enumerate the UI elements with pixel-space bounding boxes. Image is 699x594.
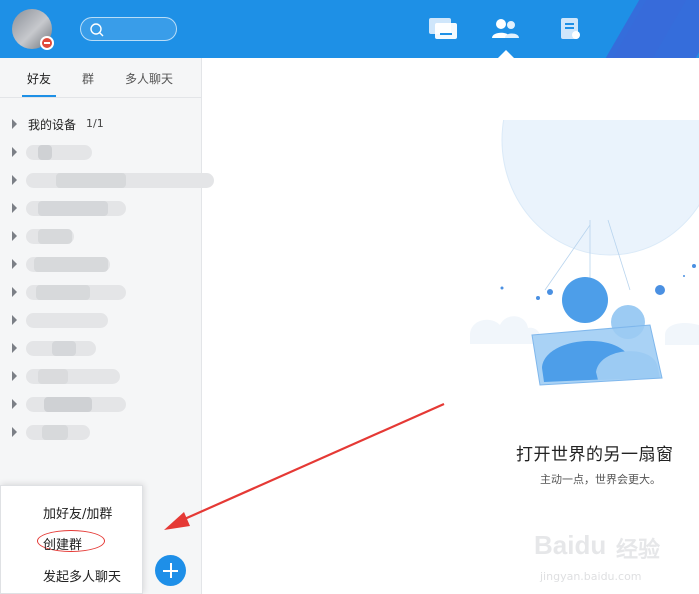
expand-arrow-icon [12,175,17,185]
menu-item-create-group[interactable]: 创建群 [43,534,82,553]
expand-arrow-icon [12,371,17,381]
blurred-group-name [26,173,214,188]
group-row[interactable] [0,197,202,219]
expand-arrow-icon [12,259,17,269]
status-busy-icon [40,36,54,50]
expand-arrow-icon [12,427,17,437]
group-name: 我的设备 [28,118,77,132]
watermark: Baidu 经验 jingyan.baidu.com [534,518,694,590]
blurred-group-name [26,201,126,216]
blurred-group-name [26,145,92,160]
group-row[interactable] [0,365,202,387]
blurred-group-name [26,313,108,328]
blurred-group-name [26,341,96,356]
group-count: 1/1 [86,117,104,130]
balloon-illustration [470,120,699,386]
group-row[interactable] [0,141,202,163]
watermark-brand: Baidu [534,530,607,560]
group-row[interactable] [0,337,202,359]
header-decoration-corner [587,0,699,58]
group-row-my-devices[interactable]: 我的设备 1/1 [0,113,202,135]
watermark-brand-cn: 经验 [616,538,661,563]
messages-tab-icon[interactable] [428,16,458,42]
active-tab-indicator [22,95,56,97]
group-row[interactable] [0,253,202,275]
expand-arrow-icon [12,119,17,129]
expand-arrow-icon [12,147,17,157]
group-row[interactable] [0,421,202,443]
contact-tabs: 好友 群 多人聊天 [0,58,202,98]
tab-friends[interactable]: 好友 [27,70,51,87]
expand-arrow-icon [12,287,17,297]
expand-arrow-icon [12,343,17,353]
apps-tab-icon[interactable] [556,16,586,42]
contacts-tab-icon[interactable] [490,16,520,42]
add-button[interactable] [155,555,186,586]
search-icon [90,23,104,37]
blurred-group-name [26,425,90,440]
blurred-group-name [26,397,126,412]
group-row[interactable] [0,169,214,191]
group-row[interactable] [0,393,202,415]
search-input[interactable] [80,17,177,41]
watermark-domain: jingyan.baidu.com [540,570,642,583]
group-row[interactable] [0,309,202,331]
tab-multi-person-chat[interactable]: 多人聊天 [125,70,173,87]
menu-item-add-friend-or-group[interactable]: 加好友/加群 [43,503,112,522]
blurred-group-name [26,229,74,244]
active-tab-pointer [498,50,514,58]
expand-arrow-icon [12,203,17,213]
tab-groups[interactable]: 群 [82,70,94,87]
top-header-bar [0,0,699,58]
blurred-group-name [26,285,126,300]
expand-arrow-icon [12,399,17,409]
group-row[interactable] [0,225,202,247]
page-subtitle: 主动一点，世界会更大。 [540,473,661,486]
expand-arrow-icon [12,231,17,241]
blurred-group-name [26,257,110,272]
menu-item-start-multi-chat[interactable]: 发起多人聊天 [43,566,121,585]
expand-arrow-icon [12,315,17,325]
page-title: 打开世界的另一扇窗 [516,445,674,465]
add-menu-popup: 加好友/加群 创建群 发起多人聊天 [0,485,143,594]
blurred-group-name [26,369,120,384]
group-row[interactable] [0,281,202,303]
